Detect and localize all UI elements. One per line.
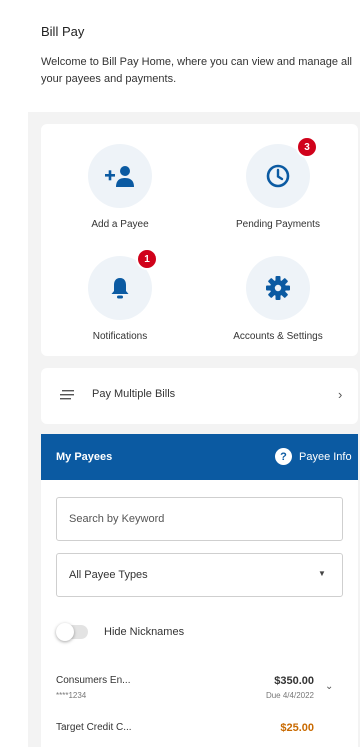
add-payee-icon-circle (88, 144, 152, 208)
payee-type-value: All Payee Types (69, 569, 148, 581)
notifications-tile[interactable]: 1 Notifications (41, 248, 199, 356)
payee-row[interactable]: Consumers En... ****1234 $350.00 Due 4/4… (41, 675, 358, 725)
accounts-settings-tile[interactable]: Accounts & Settings (199, 256, 357, 356)
pay-multiple-bills-row[interactable]: Pay Multiple Bills › (41, 368, 358, 424)
payee-amount: $25.00 (280, 722, 314, 734)
toggle-knob (56, 623, 74, 641)
payee-name: Consumers En... (56, 675, 131, 686)
welcome-text: Welcome to Bill Pay Home, where you can … (41, 56, 353, 85)
notifications-badge: 1 (136, 248, 158, 270)
add-payee-label: Add a Payee (91, 219, 149, 230)
payee-info-button[interactable]: ? Payee Info (275, 448, 352, 465)
pending-payments-label: Pending Payments (236, 219, 320, 230)
payee-name: Target Credit C... (56, 722, 132, 733)
bill-pay-screen: Bill Pay Welcome to Bill Pay Home, where… (28, 0, 360, 747)
page-title: Bill Pay (41, 24, 85, 39)
payee-row[interactable]: Target Credit C... $25.00 (41, 722, 358, 747)
payee-account: ****1234 (56, 691, 87, 700)
chevron-down-icon[interactable]: ⌄ (325, 681, 333, 692)
pending-payments-badge: 3 (296, 136, 318, 158)
payee-type-select[interactable]: All Payee Types ▼ (56, 553, 343, 597)
page-header: Bill Pay Welcome to Bill Pay Home, where… (28, 0, 360, 112)
add-payee-tile[interactable]: Add a Payee (41, 144, 199, 244)
pending-payments-tile[interactable]: 3 Pending Payments (199, 136, 357, 244)
caret-down-icon: ▼ (318, 569, 326, 578)
payee-due-date: Due 4/4/2022 (265, 691, 314, 700)
clock-icon (266, 164, 290, 188)
my-payees-section: My Payees ? Payee Info All Payee Types ▼… (41, 434, 358, 747)
my-payees-title: My Payees (56, 451, 113, 463)
bell-icon (111, 278, 129, 299)
hide-nicknames-label: Hide Nicknames (104, 626, 185, 638)
add-person-icon (105, 166, 134, 187)
gear-icon (266, 276, 290, 300)
chevron-right-icon: › (338, 387, 343, 402)
payee-info-label: Payee Info (299, 450, 352, 463)
hide-nicknames-toggle[interactable] (56, 623, 88, 641)
pay-multiple-bills-label: Pay Multiple Bills (92, 388, 176, 400)
search-input[interactable] (56, 497, 343, 541)
accounts-settings-icon-circle (246, 256, 310, 320)
notifications-label: Notifications (92, 331, 148, 342)
lines-icon (60, 390, 74, 400)
my-payees-header: My Payees ? Payee Info (41, 434, 358, 480)
accounts-settings-label: Accounts & Settings (233, 331, 323, 342)
payee-amount: $350.00 (274, 675, 314, 687)
help-icon: ? (275, 448, 292, 465)
quick-actions-card: Add a Payee 3 Pending Payments 1 Notific… (41, 124, 358, 356)
